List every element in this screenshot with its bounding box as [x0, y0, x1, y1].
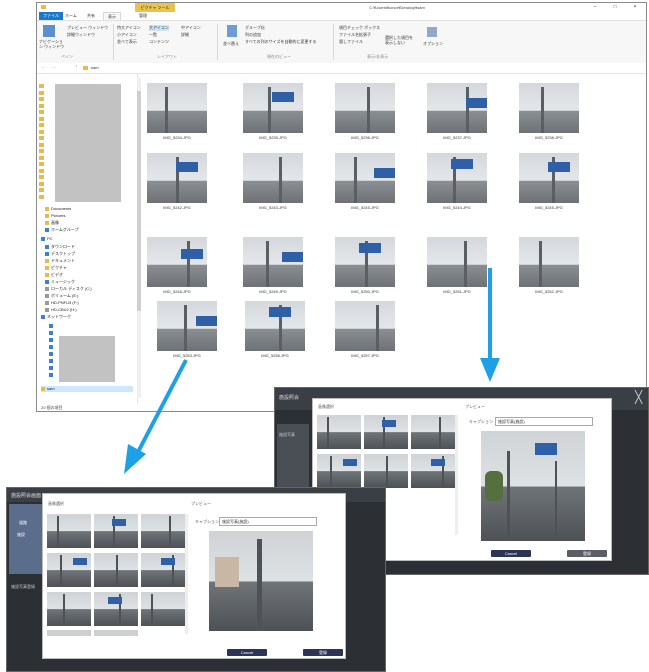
arrow-down-left-icon	[124, 359, 188, 474]
arrow-down-icon	[480, 268, 500, 382]
arrow-overlay	[124, 268, 500, 474]
